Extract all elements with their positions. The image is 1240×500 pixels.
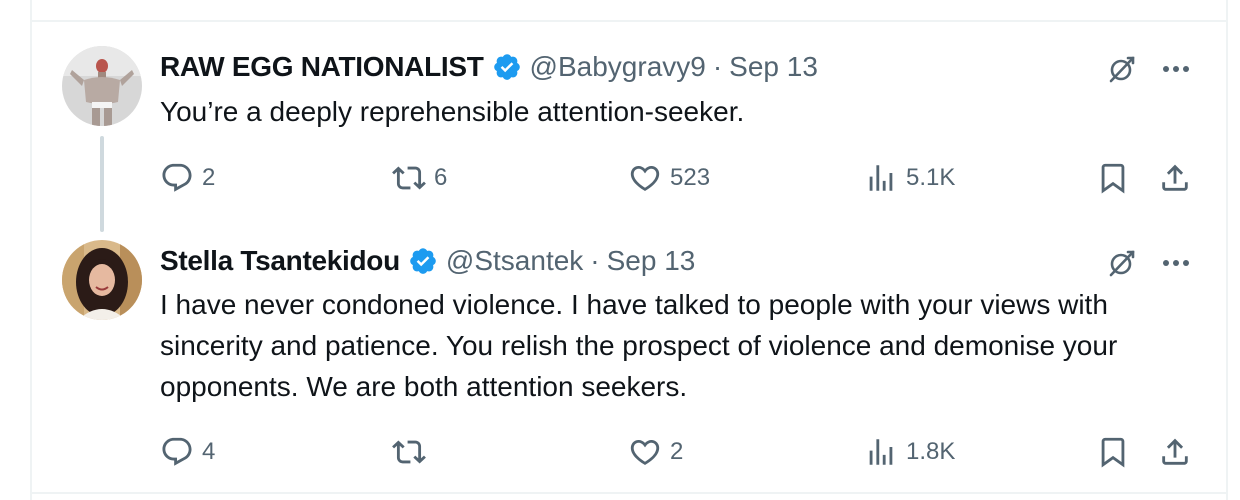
bookmark-icon xyxy=(1101,163,1125,194)
separator-dot: · xyxy=(712,51,723,82)
reply-button[interactable]: 4 xyxy=(160,432,215,472)
bookmark-button[interactable] xyxy=(1096,158,1130,198)
tweet-text: You’re a deeply reprehensible attention-… xyxy=(160,96,745,127)
tweet-date[interactable]: Sep 13 xyxy=(607,245,696,277)
more-icon[interactable] xyxy=(1158,51,1194,87)
tweet-text: I have never condoned violence. I have t… xyxy=(160,289,1118,402)
reply-icon xyxy=(162,163,192,192)
views-button[interactable]: 1.8K xyxy=(864,432,955,472)
views-button[interactable]: 5.1K xyxy=(864,158,955,198)
avatar[interactable] xyxy=(62,46,142,126)
like-button[interactable]: 523 xyxy=(628,158,710,198)
reply-icon xyxy=(162,437,192,466)
grok-icon[interactable] xyxy=(1104,245,1140,281)
share-button[interactable] xyxy=(1158,158,1192,198)
reply-count: 2 xyxy=(202,164,216,191)
share-icon xyxy=(1162,164,1188,191)
author-handle[interactable]: @Babygravy9 xyxy=(530,51,706,83)
repost-icon xyxy=(392,440,426,464)
tweet-date[interactable]: Sep 13 xyxy=(729,51,818,83)
view-count: 5.1K xyxy=(906,164,956,191)
share-icon xyxy=(1162,438,1188,465)
repost-icon xyxy=(392,166,426,190)
tweet-header: RAW EGG NATIONALIST @Babygravy9 · Sep 13 xyxy=(160,45,818,89)
repost-count: 6 xyxy=(434,164,448,191)
repost-button[interactable]: 6 xyxy=(392,158,447,198)
author-name[interactable]: RAW EGG NATIONALIST xyxy=(160,51,484,83)
reply-button[interactable]: 2 xyxy=(160,158,215,198)
like-button[interactable]: 2 xyxy=(628,432,683,472)
more-icon[interactable] xyxy=(1158,245,1194,281)
grok-icon[interactable] xyxy=(1104,51,1140,87)
view-count: 1.8K xyxy=(906,438,956,465)
frame-border-left xyxy=(30,0,32,500)
verified-badge-icon xyxy=(492,52,522,82)
frame-border-right xyxy=(1226,0,1228,500)
like-count: 523 xyxy=(670,164,711,191)
author-name[interactable]: Stella Tsantekidou xyxy=(160,245,400,277)
like-count: 2 xyxy=(670,438,684,465)
like-icon xyxy=(630,439,660,465)
tweet-header: Stella Tsantekidou @Stsantek · Sep 13 xyxy=(160,239,695,283)
reply-count: 4 xyxy=(202,438,216,465)
views-icon xyxy=(869,439,893,465)
share-button[interactable] xyxy=(1158,432,1192,472)
separator-dot: · xyxy=(590,245,600,276)
repost-button[interactable] xyxy=(392,432,434,472)
frame-border-bottom xyxy=(30,492,1228,494)
views-icon xyxy=(869,165,893,191)
bookmark-button[interactable] xyxy=(1096,432,1130,472)
like-icon xyxy=(630,165,660,191)
verified-badge-icon xyxy=(408,246,438,276)
avatar[interactable] xyxy=(62,240,142,320)
thread-connector-line xyxy=(100,136,104,232)
author-handle[interactable]: @Stsantek xyxy=(446,245,583,277)
frame-border-top xyxy=(30,20,1228,22)
bookmark-icon xyxy=(1101,437,1125,468)
